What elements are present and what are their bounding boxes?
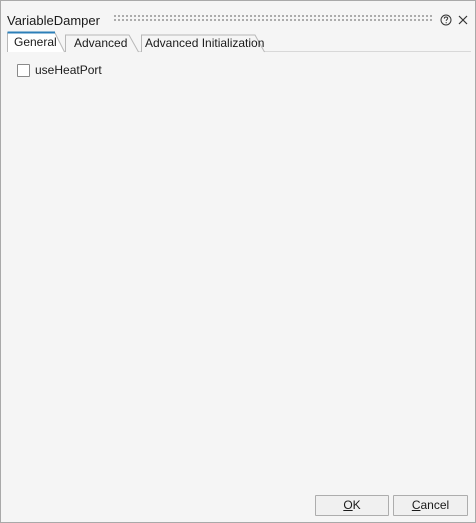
close-icon[interactable] (457, 13, 469, 25)
tab-general[interactable]: General (7, 31, 65, 53)
help-circle-icon[interactable] (440, 13, 452, 26)
cancel-button[interactable]: Cancel (393, 495, 468, 516)
tab-bar: General Advanced Advanced Initialization (7, 31, 471, 53)
tab-advanced-label: Advanced (74, 36, 128, 50)
ok-button[interactable]: OK (315, 495, 389, 516)
drag-grip[interactable] (113, 14, 433, 23)
tab-advanced-initialization[interactable]: Advanced Initialization (141, 31, 267, 53)
tab-general-label: General (14, 35, 57, 49)
use-heat-port-checkbox[interactable] (17, 64, 30, 77)
cancel-label-rest: ancel (420, 498, 450, 512)
ok-label-rest: K (352, 498, 361, 512)
ok-mnemonic: O (343, 498, 353, 512)
dialog-title: VariableDamper (7, 13, 100, 28)
general-panel: useHeatPort (7, 53, 471, 483)
tab-advanced-initialization-label: Advanced Initialization (145, 36, 265, 50)
variable-damper-dialog: VariableDamper General Advanced Advanced… (0, 0, 476, 523)
tab-advanced[interactable]: Advanced (65, 31, 141, 53)
title-bar[interactable]: VariableDamper (1, 1, 475, 31)
use-heat-port-label[interactable]: useHeatPort (35, 63, 102, 77)
